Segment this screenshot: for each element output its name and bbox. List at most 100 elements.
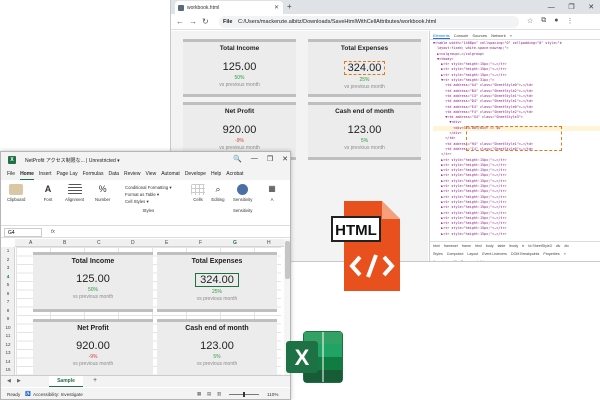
breadcrumb-item[interactable]: tbody xyxy=(509,244,518,248)
row-header[interactable]: 5 xyxy=(1,282,15,287)
cell-styles-button[interactable]: Cell Styles ▾ xyxy=(125,198,172,205)
column-header[interactable]: G xyxy=(233,240,237,246)
profile-icon[interactable]: ● xyxy=(554,17,558,25)
sheet-tab-sample[interactable]: Sample xyxy=(49,376,83,387)
excel-card-total-income[interactable]: Total Income 125.00 50% vs previous mont… xyxy=(33,252,153,312)
listener-filter[interactable]: Ancestors xyxy=(433,260,449,261)
browser-tab[interactable]: workbook.html ✕ xyxy=(175,1,283,14)
breadcrumb-item[interactable]: tr xyxy=(522,244,524,248)
tab-console[interactable]: Console xyxy=(454,33,469,39)
row-header[interactable]: 7 xyxy=(1,299,15,304)
styles-tab[interactable]: Event Listeners xyxy=(482,252,507,256)
card-value-highlighted[interactable]: 324.00 xyxy=(343,61,386,75)
tab-network[interactable]: Network xyxy=(491,33,506,39)
sensitivity-group[interactable]: Sensitivity Sensitivity xyxy=(233,184,252,213)
editing-group[interactable]: ⌕ Editing xyxy=(211,184,225,202)
maximize-icon[interactable]: ❐ xyxy=(267,155,273,163)
font-group[interactable]: A Font xyxy=(41,184,55,202)
breadcrumb-item[interactable]: div xyxy=(564,244,569,248)
close-tab-icon[interactable]: ✕ xyxy=(274,4,279,11)
excel-card-net-profit[interactable]: Net Profit 920.00 -9% vs previous month xyxy=(33,319,153,375)
menu-icon[interactable]: ⋮ xyxy=(567,17,574,25)
row-header[interactable]: 3 xyxy=(1,265,15,270)
new-tab-icon[interactable]: + xyxy=(287,2,292,11)
row-header[interactable]: 10 xyxy=(1,325,15,330)
zoom-slider-thumb[interactable] xyxy=(243,392,245,397)
alignment-group[interactable]: Alignment xyxy=(65,184,84,202)
breadcrumb-item[interactable]: body xyxy=(486,244,494,248)
format-as-table-button[interactable]: Format as Table ▾ xyxy=(125,191,172,198)
minimize-icon[interactable]: — xyxy=(548,4,555,11)
selected-cell-g4[interactable]: 324.00 xyxy=(195,273,239,287)
close-icon[interactable]: ✕ xyxy=(282,155,288,163)
ribbon-tab[interactable]: File xyxy=(7,171,15,180)
column-header[interactable]: A xyxy=(29,240,32,246)
clipboard-group[interactable]: Clipboard xyxy=(7,184,25,202)
extensions-icon[interactable]: ⧉ xyxy=(541,17,546,25)
ribbon-tab[interactable]: Automat xyxy=(161,171,180,180)
row-header[interactable]: 15 xyxy=(1,367,15,372)
conditional-formatting-button[interactable]: Conditional Formatting ▾ xyxy=(125,184,172,191)
scrollbar-thumb[interactable] xyxy=(285,241,290,279)
styles-tab[interactable]: Layout xyxy=(467,252,478,256)
breadcrumb-item[interactable]: table xyxy=(498,244,506,248)
search-icon[interactable]: 🔍 xyxy=(233,155,242,163)
number-group[interactable]: % Number xyxy=(95,184,110,202)
column-header[interactable]: E xyxy=(165,240,168,246)
row-header[interactable]: 6 xyxy=(1,291,15,296)
ribbon-tab[interactable]: Data xyxy=(108,171,119,180)
ribbon-tab[interactable]: Formulas xyxy=(83,171,104,180)
back-icon[interactable]: ← xyxy=(176,17,184,26)
row-header[interactable]: 8 xyxy=(1,308,15,313)
sensitivity-label[interactable]: アクセス制限な... | Unrestricted ▾ xyxy=(46,158,120,164)
ribbon-tab[interactable]: Page Lay xyxy=(56,171,77,180)
row-header[interactable]: 11 xyxy=(1,333,15,338)
code-line[interactable]: ▶<tr style="height:15px;">…</tr> xyxy=(433,232,600,237)
breadcrumb-item[interactable]: div xyxy=(556,244,561,248)
row-header[interactable]: 12 xyxy=(1,342,15,347)
accessibility-status[interactable]: Accessibility: Investigate xyxy=(33,392,83,397)
breadcrumb-item[interactable]: frameset xyxy=(444,244,458,248)
tab-elements[interactable]: Elements xyxy=(433,33,450,39)
styles-tab[interactable]: » xyxy=(564,252,566,256)
maximize-icon[interactable]: ❐ xyxy=(568,3,574,11)
fx-icon[interactable]: fx xyxy=(51,229,55,235)
row-header[interactable]: 1 xyxy=(1,248,15,253)
row-header[interactable]: 4 xyxy=(1,274,15,279)
excel-card-cash-end-of-month[interactable]: Cash end of month 123.00 5% vs previous … xyxy=(157,319,277,375)
tab-sources[interactable]: Sources xyxy=(472,33,487,39)
star-icon[interactable]: ☆ xyxy=(527,17,533,25)
add-sheet-button[interactable]: + xyxy=(93,377,97,384)
ribbon-tab[interactable]: Develope xyxy=(185,171,206,180)
normal-view-icon[interactable]: ▦ xyxy=(197,391,201,397)
column-header[interactable]: F xyxy=(199,240,202,246)
breadcrumb-item[interactable]: td.SheetStyle3 xyxy=(528,244,551,248)
sheet-nav-prev-icon[interactable]: ◀ xyxy=(7,378,11,384)
row-header[interactable]: 9 xyxy=(1,316,15,321)
name-box[interactable]: G4 xyxy=(4,228,42,237)
styles-tab[interactable]: Computed xyxy=(447,252,464,256)
styles-tab[interactable]: DOM Breakpoints xyxy=(511,252,539,256)
addins-group[interactable]: ▦ A xyxy=(265,184,279,202)
row-header[interactable]: 14 xyxy=(1,359,15,364)
forward-icon[interactable]: → xyxy=(189,17,197,26)
ribbon-tab[interactable]: View xyxy=(145,171,156,180)
ribbon-tab[interactable]: Insert xyxy=(39,171,52,180)
styles-tab[interactable]: Properties xyxy=(543,252,559,256)
styles-tab[interactable]: Styles xyxy=(433,252,443,256)
listener-filter[interactable]: Framework listeners xyxy=(461,260,493,261)
ribbon-tab[interactable]: Acrobat xyxy=(226,171,243,180)
zoom-level[interactable]: 110% xyxy=(267,392,278,397)
ribbon-tab[interactable]: Home xyxy=(20,171,34,180)
page-layout-icon[interactable]: ▤ xyxy=(207,391,211,397)
minimize-icon[interactable]: — xyxy=(251,155,258,163)
ribbon-tab[interactable]: Review xyxy=(124,171,140,180)
breadcrumb-item[interactable]: html xyxy=(475,244,482,248)
sheet-nav-next-icon[interactable]: ▶ xyxy=(17,378,21,384)
excel-card-total-expenses[interactable]: Total Expenses 324.00 25% vs previous mo… xyxy=(157,252,277,312)
column-header[interactable]: B xyxy=(63,240,66,246)
cells-group[interactable]: Cells xyxy=(191,184,205,202)
column-header[interactable]: D xyxy=(131,240,135,246)
ribbon-tab[interactable]: Help xyxy=(211,171,221,180)
address-bar[interactable]: File C:/Users/mackenzie.albitz/Downloads… xyxy=(219,16,519,28)
